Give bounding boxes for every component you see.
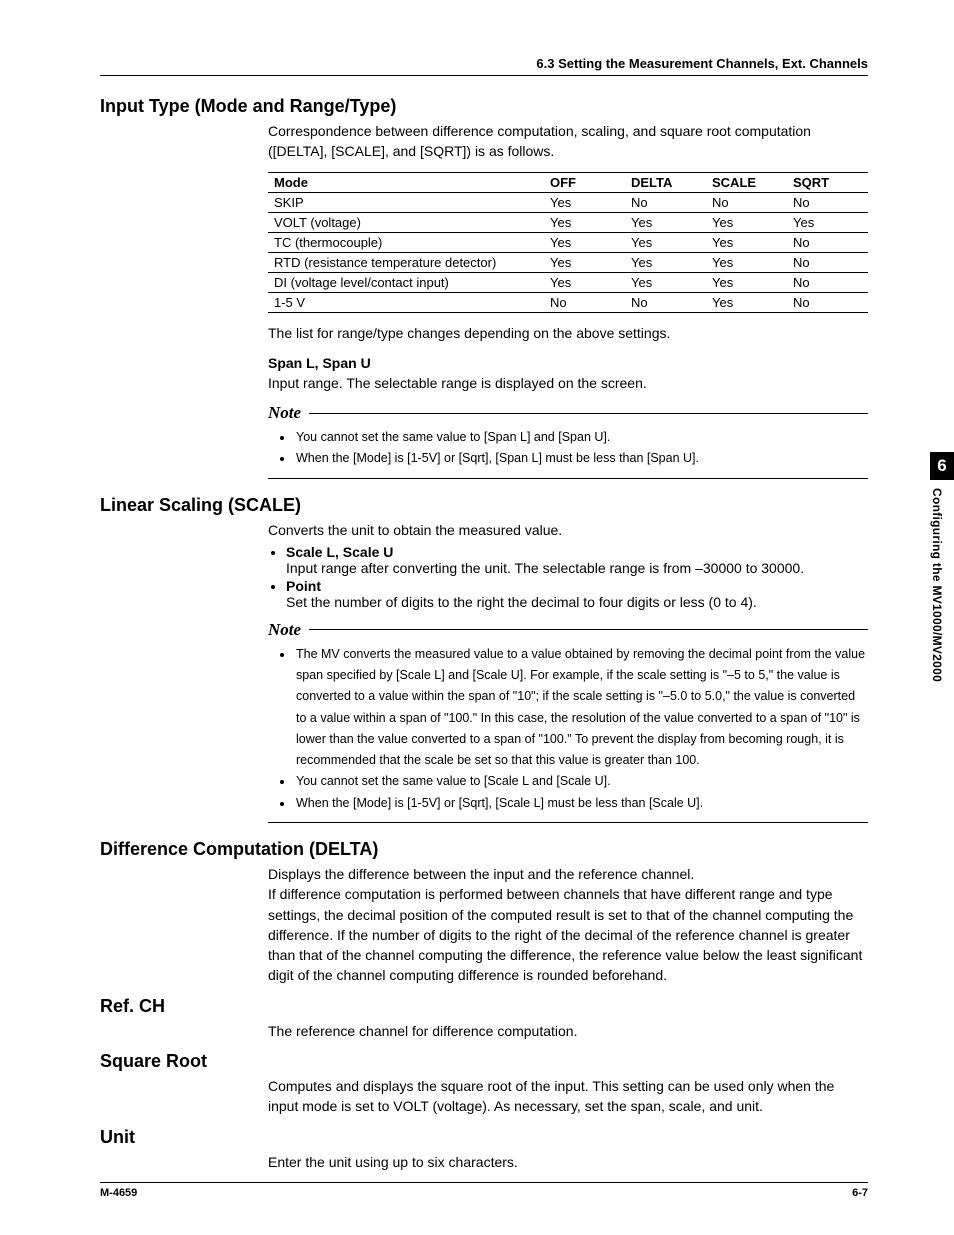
refch-body: The reference channel for difference com… <box>268 1021 868 1041</box>
input-type-heading: Input Type (Mode and Range/Type) <box>100 96 868 117</box>
table-cell: TC (thermocouple) <box>268 232 544 252</box>
chapter-tab: 6 Configuring the MV1000/MV2000 <box>930 452 954 682</box>
table-cell: VOLT (voltage) <box>268 212 544 232</box>
table-cell: Yes <box>706 212 787 232</box>
bullet-title: Scale L, Scale U <box>286 544 393 560</box>
table-cell: Yes <box>544 212 625 232</box>
span-body: Input range. The selectable range is dis… <box>268 373 868 393</box>
table-cell: Yes <box>625 252 706 272</box>
table-cell: Yes <box>544 232 625 252</box>
page: 6.3 Setting the Measurement Channels, Ex… <box>0 0 954 1235</box>
table-cell: RTD (resistance temperature detector) <box>268 252 544 272</box>
note-item: When the [Mode] is [1-5V] or [Sqrt], [Sp… <box>294 448 868 469</box>
input-type-intro: Correspondence between difference comput… <box>268 121 868 162</box>
table-cell: Yes <box>625 232 706 252</box>
table-header: OFF <box>544 172 625 192</box>
table-cell: No <box>787 292 868 312</box>
table-cell: SKIP <box>268 192 544 212</box>
delta-heading: Difference Computation (DELTA) <box>100 839 868 860</box>
refch-heading: Ref. CH <box>100 996 868 1017</box>
note-item: The MV converts the measured value to a … <box>294 644 868 772</box>
table-cell: DI (voltage level/contact input) <box>268 272 544 292</box>
unit-heading: Unit <box>100 1127 868 1148</box>
page-footer: M-4659 6-7 <box>100 1182 868 1199</box>
table-cell: No <box>625 292 706 312</box>
note-block-1: Note You cannot set the same value to [S… <box>268 403 868 479</box>
table-cell: No <box>787 252 868 272</box>
chapter-label: Configuring the MV1000/MV2000 <box>930 488 944 682</box>
note-label: Note <box>268 620 301 640</box>
table-cell: No <box>787 192 868 212</box>
table-cell: Yes <box>625 212 706 232</box>
table-cell: No <box>787 232 868 252</box>
page-section-header: 6.3 Setting the Measurement Channels, Ex… <box>100 56 868 76</box>
table-cell: No <box>544 292 625 312</box>
note-block-2: Note The MV converts the measured value … <box>268 620 868 823</box>
table-cell: Yes <box>544 252 625 272</box>
table-cell: No <box>787 272 868 292</box>
chapter-number: 6 <box>930 452 954 480</box>
table-cell: Yes <box>706 272 787 292</box>
delta-body: Displays the difference between the inpu… <box>268 864 868 986</box>
note-item: When the [Mode] is [1-5V] or [Sqrt], [Sc… <box>294 793 868 814</box>
bullet-title: Point <box>286 578 321 594</box>
table-cell: Yes <box>706 232 787 252</box>
table-row: RTD (resistance temperature detector)Yes… <box>268 252 868 272</box>
table-cell: No <box>706 192 787 212</box>
note-rule <box>309 629 868 630</box>
table-row: SKIPYesNoNoNo <box>268 192 868 212</box>
unit-body: Enter the unit using up to six character… <box>268 1152 868 1172</box>
linear-scaling-intro: Converts the unit to obtain the measured… <box>268 520 868 540</box>
table-row: TC (thermocouple)YesYesYesNo <box>268 232 868 252</box>
bullet-item: Scale L, Scale UInput range after conver… <box>286 544 868 576</box>
sqrt-body: Computes and displays the square root of… <box>268 1076 868 1117</box>
input-type-after-table: The list for range/type changes dependin… <box>268 323 868 343</box>
note-label: Note <box>268 403 301 423</box>
span-heading: Span L, Span U <box>268 355 868 371</box>
table-cell: No <box>625 192 706 212</box>
table-header: SCALE <box>706 172 787 192</box>
table-cell: Yes <box>706 252 787 272</box>
bullet-item: PointSet the number of digits to the rig… <box>286 578 868 610</box>
linear-scaling-heading: Linear Scaling (SCALE) <box>100 495 868 516</box>
table-cell: Yes <box>544 192 625 212</box>
table-header: DELTA <box>625 172 706 192</box>
footer-left: M-4659 <box>100 1187 137 1199</box>
table-row: DI (voltage level/contact input)YesYesYe… <box>268 272 868 292</box>
footer-right: 6-7 <box>852 1187 868 1199</box>
table-cell: Yes <box>787 212 868 232</box>
mode-table: ModeOFFDELTASCALESQRT SKIPYesNoNoNoVOLT … <box>268 172 868 313</box>
table-cell: Yes <box>625 272 706 292</box>
table-cell: Yes <box>544 272 625 292</box>
bullet-body: Set the number of digits to the right th… <box>286 594 757 610</box>
table-row: VOLT (voltage)YesYesYesYes <box>268 212 868 232</box>
table-header: Mode <box>268 172 544 192</box>
sqrt-heading: Square Root <box>100 1051 868 1072</box>
bullet-body: Input range after converting the unit. T… <box>286 560 804 576</box>
note-rule <box>309 413 868 414</box>
note-item: You cannot set the same value to [Span L… <box>294 427 868 448</box>
table-cell: 1-5 V <box>268 292 544 312</box>
note-item: You cannot set the same value to [Scale … <box>294 771 868 792</box>
table-row: 1-5 VNoNoYesNo <box>268 292 868 312</box>
table-cell: Yes <box>706 292 787 312</box>
table-header: SQRT <box>787 172 868 192</box>
